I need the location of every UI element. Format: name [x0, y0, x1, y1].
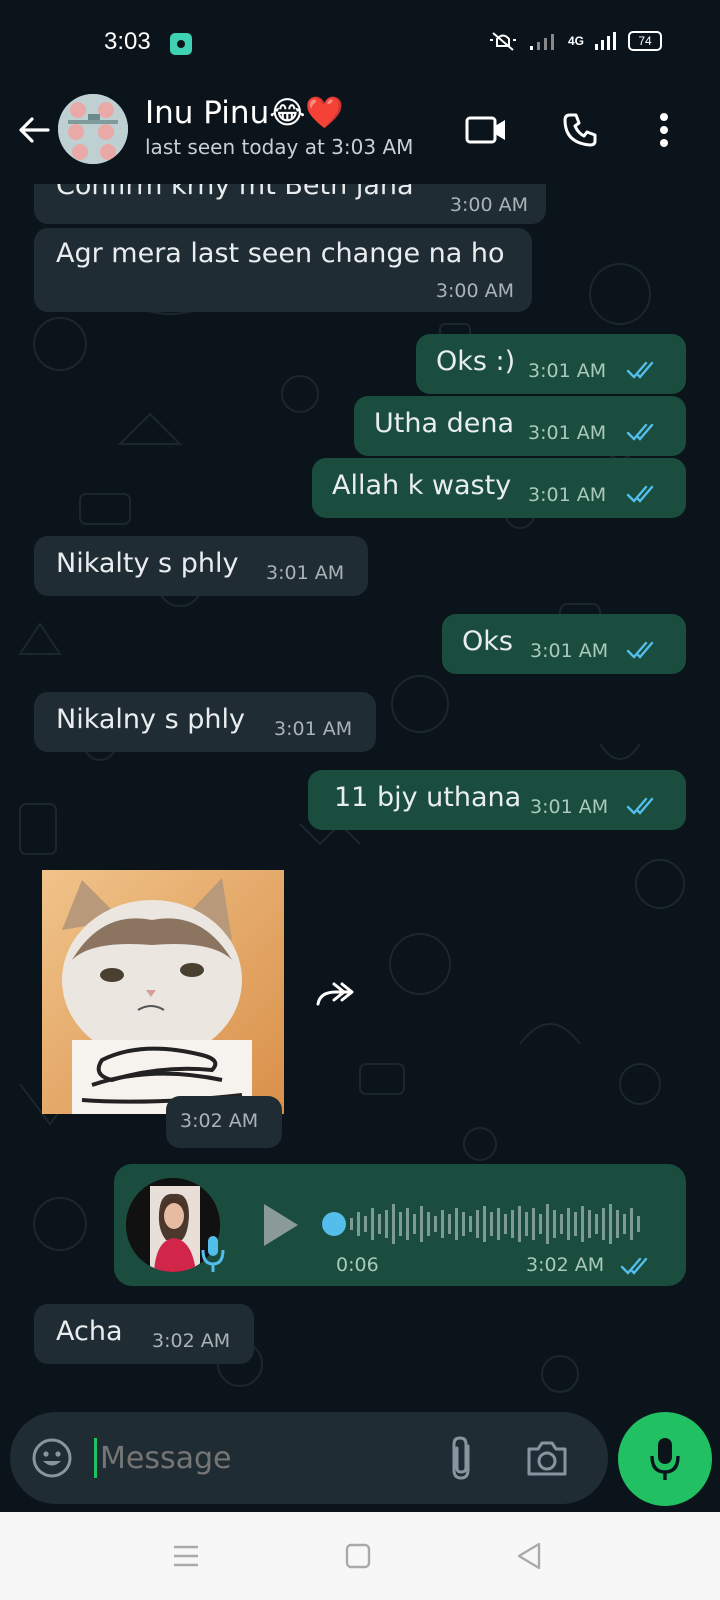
play-button[interactable]	[258, 1200, 302, 1250]
cat-sticker	[42, 870, 284, 1114]
read-ticks-icon	[626, 641, 654, 659]
message-text: Allah k wasty	[332, 470, 512, 501]
read-ticks-icon	[626, 361, 654, 379]
read-ticks-icon	[620, 1257, 648, 1275]
message-text: Agr mera last seen change na ho	[56, 238, 505, 269]
phone-icon	[563, 113, 597, 147]
message-bubble-outgoing[interactable]: Oks :) 3:01 AM	[416, 334, 686, 394]
network-type: 4G	[567, 34, 584, 48]
video-call-button[interactable]	[462, 106, 510, 154]
message-text: Nikalty s phly	[56, 548, 239, 579]
paperclip-icon	[452, 1436, 470, 1480]
camera-icon	[527, 1441, 567, 1476]
forward-icon	[316, 982, 354, 1006]
voice-record-button[interactable]	[618, 1412, 712, 1506]
message-text: Nikalny s phly	[56, 704, 245, 735]
message-bubble-incoming[interactable]: Nikalty s phly 3:01 AM	[34, 536, 368, 596]
status-icons: 4G 74	[488, 30, 662, 52]
home-button[interactable]	[344, 1542, 372, 1570]
message-time: 3:00 AM	[435, 280, 514, 302]
more-vert-icon	[660, 113, 668, 147]
message-composer	[10, 1412, 608, 1504]
sticker-time-badge: 3:02 AM	[166, 1096, 282, 1148]
message-time: 3:01 AM	[528, 484, 607, 506]
message-time: 3:02 AM	[180, 1110, 259, 1132]
video-call-icon	[465, 116, 505, 144]
message-time: 3:00 AM	[449, 194, 528, 216]
chat-header: Inu Pinu😂❤️ last seen today at 3:03 AM	[0, 88, 720, 184]
message-text: Oks :)	[436, 346, 516, 377]
message-bubble-incoming[interactable]: Nikalny s phly 3:01 AM	[34, 692, 376, 752]
voice-call-button[interactable]	[556, 106, 604, 154]
microphone-small-icon	[201, 1236, 225, 1272]
message-text: Oks	[462, 626, 513, 657]
read-ticks-icon	[626, 797, 654, 815]
emoji-button[interactable]	[30, 1436, 74, 1480]
voice-message-bubble[interactable]: 0:06 3:02 AM	[114, 1164, 686, 1286]
voice-duration: 0:06	[336, 1254, 379, 1276]
message-text: Utha dena	[374, 408, 514, 439]
message-list[interactable]: Confirm krny mt Beth jana 3:00 AM Agr me…	[0, 184, 720, 1400]
app-notification-icon	[170, 33, 192, 55]
signal-icon-2	[595, 32, 616, 50]
message-bubble-outgoing[interactable]: 11 bjy uthana 3:01 AM	[308, 770, 686, 830]
voice-progress-handle[interactable]	[322, 1212, 346, 1236]
message-bubble-incoming[interactable]: Acha 3:02 AM	[34, 1304, 254, 1364]
emoji-icon	[32, 1438, 72, 1478]
camera-button[interactable]	[524, 1436, 570, 1480]
message-input[interactable]	[100, 1432, 430, 1484]
arrow-left-icon	[19, 117, 50, 143]
forward-button[interactable]	[314, 976, 358, 1010]
square-icon	[345, 1543, 371, 1569]
message-bubble-outgoing[interactable]: Utha dena 3:01 AM	[354, 396, 686, 456]
message-time: 3:02 AM	[526, 1254, 605, 1276]
message-bubble-outgoing[interactable]: Oks 3:01 AM	[442, 614, 686, 674]
read-ticks-icon	[626, 423, 654, 441]
recent-apps-button[interactable]	[170, 1542, 202, 1570]
triangle-back-icon	[517, 1542, 541, 1570]
message-text: 11 bjy uthana	[334, 782, 522, 813]
message-time: 3:02 AM	[152, 1330, 231, 1352]
message-bubble-incoming[interactable]: Confirm krny mt Beth jana 3:00 AM	[34, 184, 546, 224]
status-bar: 3:03 4G 74	[0, 0, 720, 88]
contact-name[interactable]: Inu Pinu😂❤️	[145, 94, 344, 131]
microphone-icon	[650, 1438, 680, 1480]
attach-button[interactable]	[442, 1432, 482, 1484]
read-ticks-icon	[626, 485, 654, 503]
more-options-button[interactable]	[640, 106, 688, 154]
message-time: 3:01 AM	[266, 562, 345, 584]
back-button[interactable]	[14, 110, 54, 150]
status-time: 3:03	[104, 28, 151, 55]
menu-lines-icon	[174, 1545, 198, 1567]
contact-avatar[interactable]	[58, 94, 128, 164]
message-bubble-incoming[interactable]: Agr mera last seen change na ho 3:00 AM	[34, 228, 532, 312]
battery-icon: 74	[628, 31, 662, 51]
last-seen-status[interactable]: last seen today at 3:03 AM	[145, 135, 413, 159]
text-caret	[94, 1438, 97, 1478]
message-time: 3:01 AM	[274, 718, 353, 740]
play-icon	[264, 1204, 298, 1246]
message-text: Confirm krny mt Beth jana	[56, 184, 414, 201]
message-time: 3:01 AM	[530, 640, 609, 662]
sticker-image[interactable]	[42, 870, 284, 1114]
signal-icon	[529, 34, 554, 50]
message-time: 3:01 AM	[528, 360, 607, 382]
voice-waveform[interactable]	[348, 1198, 648, 1250]
back-nav-button[interactable]	[514, 1540, 544, 1572]
system-nav-bar	[0, 1512, 720, 1600]
message-time: 3:01 AM	[528, 422, 607, 444]
message-time: 3:01 AM	[530, 796, 609, 818]
mute-icon	[489, 32, 516, 51]
message-bubble-outgoing[interactable]: Allah k wasty 3:01 AM	[312, 458, 686, 518]
message-text: Acha	[56, 1316, 123, 1347]
avatar-image	[58, 94, 128, 164]
